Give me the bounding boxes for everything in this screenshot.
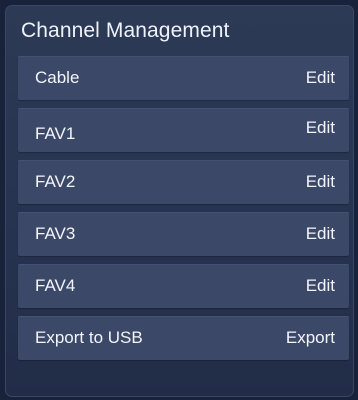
list-item-cable[interactable]: Cable Edit (18, 56, 349, 100)
list-item-fav3[interactable]: FAV3 Edit (18, 212, 349, 256)
edit-button[interactable]: Edit (306, 118, 335, 138)
row-label: FAV3 (35, 224, 76, 243)
row-label: FAV1 (35, 123, 76, 143)
list-item-fav1[interactable]: FAV1 Edit (18, 108, 349, 152)
row-label: Export to USB (35, 328, 143, 347)
row-label: FAV4 (35, 276, 76, 295)
edit-button[interactable]: Edit (306, 172, 335, 192)
edit-button[interactable]: Edit (306, 276, 335, 296)
channel-management-panel: Channel Management Cable Edit FAV1 Edit … (5, 5, 354, 397)
export-button[interactable]: Export (286, 328, 335, 348)
list-item-export-to-usb[interactable]: Export to USB Export (18, 316, 349, 360)
row-label: FAV2 (35, 172, 76, 191)
edit-button[interactable]: Edit (306, 68, 335, 88)
list-item-fav4[interactable]: FAV4 Edit (18, 264, 349, 308)
edit-button[interactable]: Edit (306, 224, 335, 244)
channel-list: Cable Edit FAV1 Edit FAV2 Edit FAV3 Edit… (18, 56, 349, 368)
row-label: Cable (35, 68, 80, 87)
list-item-fav2[interactable]: FAV2 Edit (18, 160, 349, 204)
panel-title: Channel Management (21, 19, 230, 42)
